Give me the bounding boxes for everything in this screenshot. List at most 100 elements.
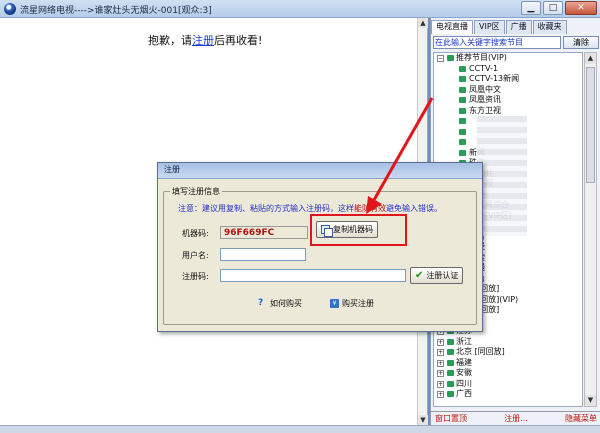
tv-channel-icon [459,65,466,72]
tree-node[interactable]: + 四川 [434,379,582,390]
tree-node-label: 广西 [456,389,472,398]
maximize-button[interactable]: □ [543,1,563,15]
tv-channel-icon [447,380,454,387]
tree-node-label: 浙江 [456,336,472,346]
tv-channel-icon [459,107,466,114]
app-logo-icon [4,3,16,15]
tv-channel-icon [447,391,454,397]
expand-toggle-icon[interactable]: − [437,55,444,62]
search-row: 在此输入关键字搜索节目 清除 [433,36,599,49]
notice-highlight: 能防有效 [354,204,386,213]
tree-node[interactable]: + 安徽 [434,368,582,379]
tree-scroll-up-icon[interactable]: ▲ [585,53,596,64]
expand-toggle-icon[interactable]: + [437,391,444,398]
status-bar [0,425,600,433]
tv-channel-icon [447,55,454,61]
tv-channel-icon [459,118,466,124]
tree-node-label: 凤凰中文 [469,84,501,94]
tree-node-label: 东方卫视 [469,105,501,115]
tree-node-label: 凤凰资讯 [469,95,501,104]
register-notice: 注意：建议用复制、粘贴的方式输入注册码，这样能防有效避免输入错误。 [178,203,442,214]
notice-suffix: 避免输入错误。 [386,204,442,213]
tree-scroll-down-icon[interactable]: ▼ [585,395,596,406]
tree-node-label: 推荐节目(VIP) [456,53,507,62]
blurred-region [477,116,527,236]
tree-node[interactable]: 凤凰资讯 [434,95,582,106]
tab-radio[interactable]: 广播 [505,20,532,34]
tree-node-label: CCTV-1 [469,63,499,73]
verify-button-label: 注册认证 [426,271,459,280]
tv-channel-icon [447,338,454,345]
tree-node[interactable]: + 福建 [434,358,582,369]
search-input[interactable]: 在此输入关键字搜索节目 [433,36,561,49]
tree-node[interactable]: CCTV-13新闻 [434,74,582,85]
scroll-down-icon[interactable]: ▼ [418,415,428,425]
tree-node[interactable]: 东方卫视 [434,106,582,117]
window-ontop-link[interactable]: 窗口置顶 [435,412,467,425]
prompt-text-before: 抱歉，请 [148,34,192,47]
expand-toggle-icon[interactable]: + [437,370,444,377]
tab-live-tv[interactable]: 电视直播 [431,20,473,34]
verify-register-button[interactable]: ✔ 注册认证 [410,267,464,284]
tree-node[interactable]: + 北京 [同回放] [434,347,582,358]
tv-channel-icon [459,149,466,156]
expand-toggle-icon[interactable]: + [437,359,444,367]
machine-code-label: 机器码: [182,229,209,238]
tv-channel-icon [459,97,466,103]
buy-register-label: 购买注册 [342,299,374,308]
expand-toggle-icon[interactable]: + [437,349,444,356]
tv-channel-icon [459,139,466,145]
tab-favorites[interactable]: 收藏夹 [532,20,567,34]
scroll-up-icon[interactable]: ▲ [418,18,428,28]
dialog-title: 注册 [158,163,482,179]
tree-node-label: 福建 [456,357,472,367]
group-legend: 填写注册信息 [170,186,222,197]
tree-node-label: 安徽 [456,368,472,377]
notice-prefix: 注意：建议用复制、粘贴的方式输入注册码，这样 [178,204,354,213]
clear-button[interactable]: 清除 [563,36,599,49]
tree-node[interactable]: 凤凰中文 [434,85,582,96]
tree-node[interactable]: + 浙江 [434,337,582,348]
tree-scrollbar[interactable]: ▲ ▼ [584,52,597,407]
username-input[interactable] [220,248,306,261]
highlight-box [310,214,407,246]
expand-toggle-icon[interactable]: + [437,338,444,346]
tv-channel-icon [459,86,466,93]
how-to-buy-link[interactable]: ? 如何购买 [258,298,302,309]
tree-scroll-thumb[interactable] [586,67,595,183]
register-menu-link[interactable]: 注册... [504,412,528,425]
cart-icon: ¥ [330,299,339,308]
minimize-button[interactable]: ▁ [521,1,541,15]
tree-node-label: CCTV-13新闻 [469,74,520,83]
machine-code-value: 96F669FC [220,226,308,239]
window-controls: ▁ □ ✕ [521,1,597,15]
close-button[interactable]: ✕ [565,1,597,15]
panel-tabs: 电视直播 VIP区 广播 收藏夹 [431,20,567,34]
register-dialog: 注册 填写注册信息 注意：建议用复制、粘贴的方式输入注册码，这样能防有效避免输入… [157,162,483,332]
register-link[interactable]: 注册 [192,34,214,47]
check-icon: ✔ [415,269,424,281]
tab-vip[interactable]: VIP区 [474,20,505,34]
register-groupbox: 填写注册信息 注意：建议用复制、粘贴的方式输入注册码，这样能防有效避免输入错误。… [163,186,477,325]
tree-node[interactable]: − 推荐节目(VIP) [434,53,582,64]
regcode-label: 注册码: [182,272,209,281]
panel-bottom-bar: 窗口置顶 注册... 隐藏菜单 [431,411,600,425]
hide-menu-link[interactable]: 隐藏菜单 [565,412,597,425]
tv-channel-icon [447,370,454,376]
expand-toggle-icon[interactable]: + [437,380,444,388]
tree-node[interactable]: CCTV-1 [434,64,582,75]
tree-node[interactable]: + 广西 [434,389,582,400]
tv-channel-icon [447,349,454,355]
how-to-buy-label: 如何购买 [270,299,302,308]
tree-node-label: 四川 [456,378,472,388]
tv-channel-icon [459,76,466,82]
prompt-text-after: 后再收看! [214,34,263,47]
tv-channel-icon [459,128,466,135]
tree-node-label: 北京 [同回放] [456,347,505,356]
regcode-input[interactable] [220,269,406,282]
buy-register-link[interactable]: ¥ 购买注册 [330,298,374,309]
window-title: 流星网络电视---->谁家灶头无烟火-001[观众:3] [20,6,212,16]
register-prompt: 抱歉，请注册后再收看! [148,32,262,48]
window-titlebar[interactable]: 流星网络电视---->谁家灶头无烟火-001[观众:3] ▁ □ ✕ [0,0,600,18]
question-icon: ? [258,298,264,308]
